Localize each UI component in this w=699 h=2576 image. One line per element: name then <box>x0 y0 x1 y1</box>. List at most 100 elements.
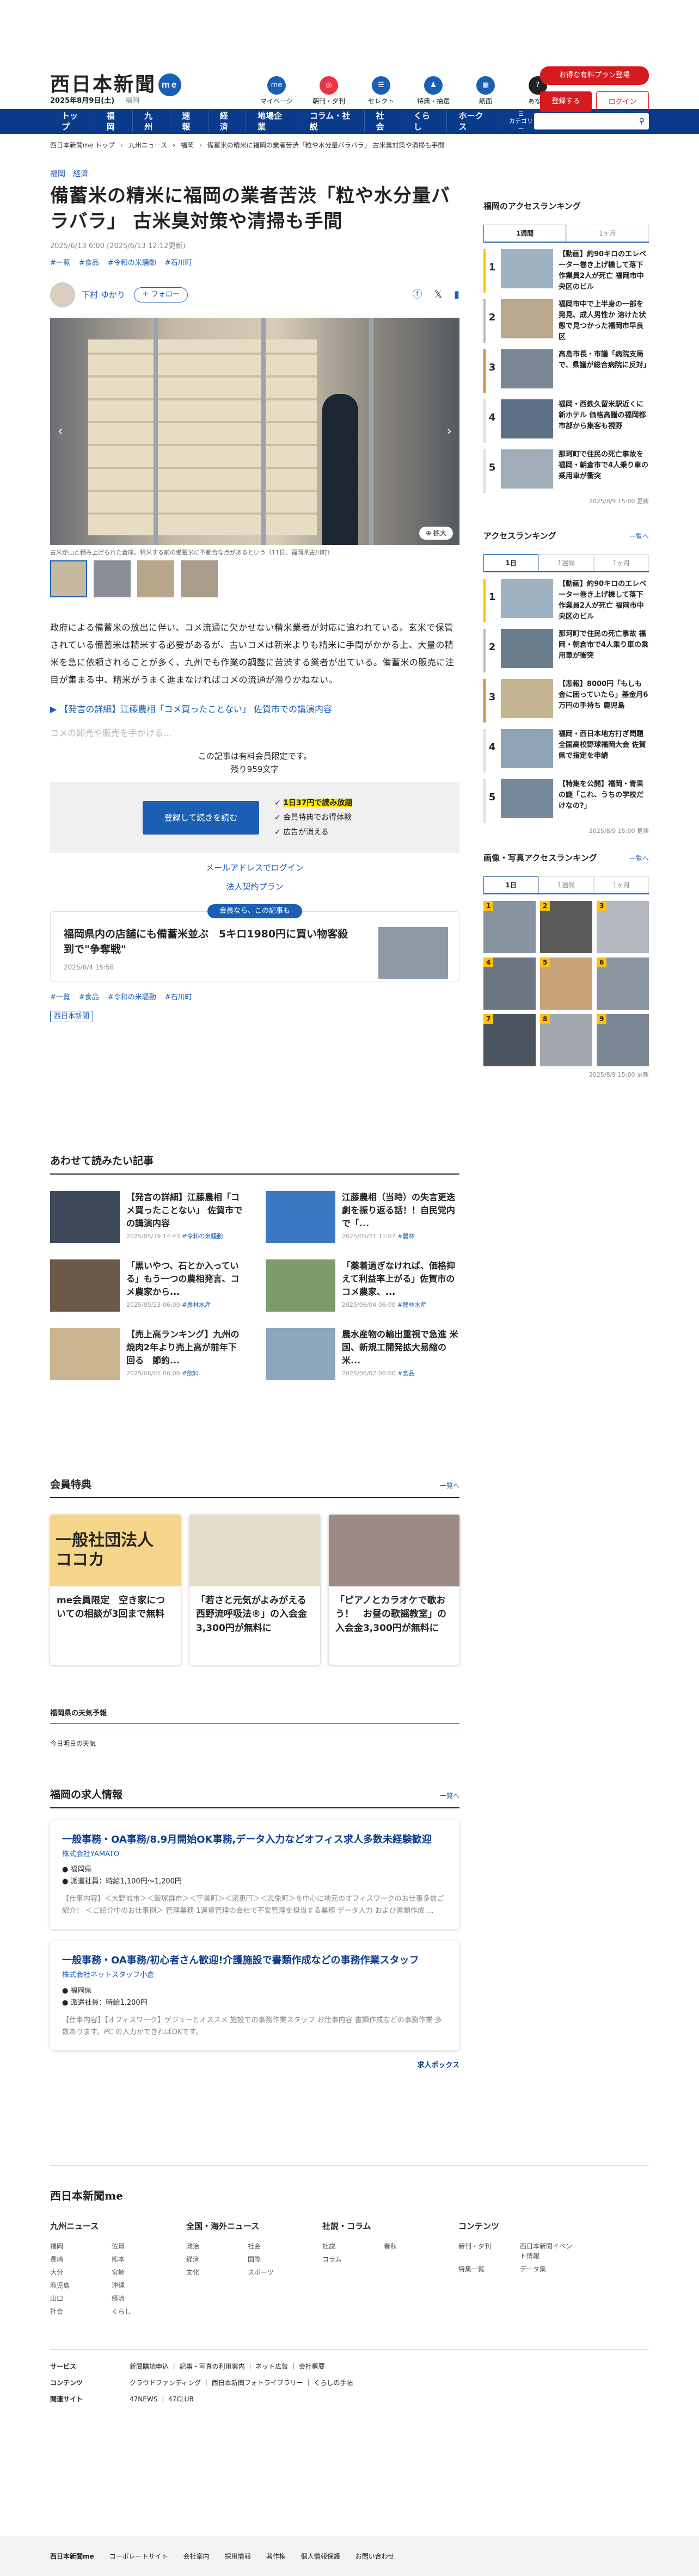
ranking-item[interactable]: 3 高島市長・市議「病院支局で、県議が総合病院に反対」 <box>483 349 650 393</box>
ranking-item[interactable]: 2 福岡市中で上半身の一部を発見、成人男性か 溶けた状態で見つかった福岡市早良区 <box>483 299 649 343</box>
photo-rank-item[interactable]: 9 <box>597 1014 649 1066</box>
tag-link[interactable]: #食品 <box>79 992 99 1003</box>
ranking-item[interactable]: 1 【動画】約90キロのエレベーター巻き上げ機して落下 作業員2人が死亡 福岡市中… <box>483 578 649 622</box>
footer-link[interactable]: 社説 <box>322 2241 381 2251</box>
tab-week[interactable]: 1週間 <box>538 876 594 893</box>
photo-rank-item[interactable]: 5 <box>540 957 592 1010</box>
plan-button[interactable]: お得な有料プラン登場 <box>540 66 649 85</box>
next-arrow-icon[interactable]: › <box>446 421 452 441</box>
breadcrumb-item[interactable]: 福岡 <box>181 140 194 162</box>
paper-icon[interactable]: ▦ 紙面 <box>465 76 506 106</box>
tab-day[interactable]: 1日 <box>483 876 539 893</box>
footer-link[interactable]: 西日本新聞イベント情報 <box>520 2241 578 2261</box>
photo-rank-item[interactable]: 2 <box>540 900 592 953</box>
related-article[interactable]: 【売上高ランキング】九州の焼肉2年より売上高が前年下回る 節約... 2025/0… <box>50 1327 244 1380</box>
footer-link[interactable]: 福岡 <box>50 2241 108 2251</box>
x-share-icon[interactable]: 𝕏 <box>434 287 443 302</box>
email-login-link[interactable]: メールアドレスでログイン <box>206 863 304 873</box>
nav-item-hawks[interactable]: ホークス <box>447 110 499 132</box>
footer-link[interactable]: お問い合わせ <box>355 2552 395 2561</box>
jobs-sponsor[interactable]: 求人ボックス <box>50 2060 459 2071</box>
footer-link[interactable]: コラム <box>322 2254 381 2264</box>
ranking-item[interactable]: 2 那珂町で住民の死亡事故 福岡・朝倉市で4人乗り車の乗用車が衝突 <box>483 628 649 672</box>
related-article[interactable]: 「黒いやつ、石とか入っている」もう一つの農相発言、コメ農家から... 2025/0… <box>50 1259 244 1312</box>
facebook-share-icon[interactable]: ⓕ <box>413 287 422 302</box>
tab-day[interactable]: 1日 <box>483 554 539 571</box>
footer-link[interactable]: 春秋 <box>384 2241 442 2251</box>
footer-link[interactable]: くらし <box>112 2307 170 2316</box>
tag-link[interactable]: #令和の米騒動 <box>108 992 156 1003</box>
breadcrumb-item[interactable]: 西日本新聞me トップ <box>50 140 115 162</box>
photo-more-link[interactable]: 一覧へ <box>629 854 649 863</box>
photo-rank-item[interactable]: 4 <box>483 957 536 1010</box>
ranking-item[interactable]: 3 【悲報】8000円「もしも金に困っていたら」基金月6万円の手持ち 鹿児島 <box>483 678 649 722</box>
author-avatar[interactable] <box>50 282 75 307</box>
photo-thumbnail[interactable] <box>137 560 174 598</box>
footer-link[interactable]: 社会 <box>50 2307 108 2316</box>
ranking-item[interactable]: 5 那珂町で住民の死亡事故を福岡・朝倉市で4人乗り車の乗用車が衝突 <box>483 449 649 493</box>
article-categories[interactable]: 福岡 経済 <box>50 169 459 180</box>
footer-link[interactable]: 採用情報 <box>225 2552 251 2561</box>
ranking-item[interactable]: 4 福岡・西日本地方打ぎ問題 全国高校野球福岡大会 佐賀県で指定を申請 <box>483 728 649 773</box>
footer-content[interactable]: クラウドファンディング ｜ 西日本新聞フォトライブラリー ｜ くらしの手帖 <box>130 2379 353 2387</box>
footer-link[interactable]: 国際 <box>248 2254 306 2264</box>
photo-thumbnail[interactable] <box>50 560 87 598</box>
footer-link[interactable]: 宮崎 <box>112 2268 170 2277</box>
tag-link[interactable]: #石川町 <box>165 992 192 1003</box>
tag-link[interactable]: #食品 <box>79 258 99 269</box>
photo-rank-item[interactable]: 6 <box>597 957 649 1010</box>
perk-card[interactable]: 「若さと元気がよみがえる西野流呼吸法®」の入会金3,300円が無料に <box>189 1514 320 1665</box>
member-article-title[interactable]: 福岡県内の店舗にも備蓄米並ぶ 5キロ1980円に買い物客殺到で"争奪戦" <box>64 927 358 957</box>
member-article-image[interactable] <box>378 927 448 980</box>
follow-button[interactable]: ＋ フォロー <box>133 287 188 302</box>
perk-card[interactable]: 一般社団法人 ココカ me会員限定 空き家についての相談が3回まで無料 <box>50 1514 181 1665</box>
footer-link[interactable]: 長崎 <box>50 2254 108 2264</box>
photo-rank-item[interactable]: 7 <box>483 1014 536 1066</box>
footer-related[interactable]: 47NEWS ｜ 47CLUB <box>130 2395 194 2403</box>
breadcrumb-item[interactable]: 九州ニュース <box>128 140 167 162</box>
photo-thumbnail[interactable] <box>94 560 131 598</box>
ranking-item[interactable]: 1 【動画】約90キロのエレベーター巻き上げ機して落下 作業員2人が死亡 福岡市中… <box>483 249 649 293</box>
corporate-plan-link[interactable]: 法人契約プラン <box>226 882 283 892</box>
prev-arrow-icon[interactable]: ‹ <box>58 421 63 441</box>
footer-link[interactable]: 社会 <box>248 2241 306 2251</box>
footer-link[interactable]: 会社案内 <box>183 2552 210 2561</box>
perks-more-link[interactable]: 一覧へ <box>440 1481 459 1491</box>
photo-rank-item[interactable]: 3 <box>597 900 649 953</box>
nav-item-breaking[interactable]: 速報 <box>170 110 209 132</box>
footer-link[interactable]: 経済 <box>186 2254 244 2264</box>
author-name[interactable]: 下村 ゆかり <box>82 289 125 301</box>
subscribe-button[interactable]: 登録して続きを読む <box>143 801 259 835</box>
article-photo[interactable]: ‹ › ⊕ 拡大 <box>50 317 459 545</box>
footer-services[interactable]: 新聞購読申込 ｜ 記事・写真の利用案内 ｜ ネット広告 ｜ 会社概要 <box>130 2363 325 2370</box>
nav-item-fukuoka[interactable]: 福岡 <box>95 110 133 132</box>
nav-item-kyushu[interactable]: 九州 <box>133 110 171 132</box>
tab-week[interactable]: 1週間 <box>538 554 594 571</box>
footer-link[interactable]: 熊本 <box>112 2254 170 2264</box>
tag-link[interactable]: #一覧 <box>50 992 70 1003</box>
related-article[interactable]: 江藤農相（当時）の失言更迭劇を振り返る話！！自民党内で「... 2025/05/2… <box>266 1190 459 1243</box>
tab-month[interactable]: 1ヶ月 <box>593 876 649 893</box>
nav-item-top[interactable]: トップ <box>50 110 95 132</box>
footer-link[interactable]: 経済 <box>112 2294 170 2303</box>
footer-link[interactable]: 佐賀 <box>112 2241 170 2251</box>
site-logo[interactable]: 西日本新聞 me <box>50 70 182 99</box>
nav-item-society[interactable]: 社会 <box>365 110 402 132</box>
perk-card[interactable]: 「ピアノとカラオケで歌おう！ お昼の歌謡教室」の入会金3,300円が無料に <box>329 1514 459 1665</box>
job-card[interactable]: 一般事務・OA事務/初心者さん歓迎!介護施設で書類作成などの事務作業スタッフ 株式… <box>50 1941 459 2050</box>
footer-link[interactable]: 個人情報保護 <box>301 2552 340 2561</box>
related-link[interactable]: ▶ 【発言の詳細】江藤農相「コメ買ったことない」 佐賀市での講演内容 <box>50 703 459 716</box>
photo-rank-item[interactable]: 1 <box>483 900 536 953</box>
footer-link[interactable]: 著作権 <box>266 2552 286 2561</box>
search-input[interactable]: ⚲ <box>534 113 649 129</box>
footer-link[interactable]: 鹿児島 <box>50 2281 108 2290</box>
nav-item-local-business[interactable]: 地場企業 <box>246 110 298 132</box>
zoom-button[interactable]: ⊕ 拡大 <box>419 526 453 540</box>
related-article[interactable]: 農水産物の輸出重視で急進 米国、新規工開発拡大易縮の米... 2025/06/02… <box>266 1327 459 1380</box>
footer-link[interactable]: 沖縄 <box>112 2281 170 2290</box>
footer-link[interactable]: データ集 <box>520 2264 578 2274</box>
nav-item-column[interactable]: コラム・社説 <box>298 110 365 132</box>
tab-week[interactable]: 1週間 <box>483 224 566 242</box>
footer-link[interactable]: スポーツ <box>248 2268 306 2277</box>
tab-month[interactable]: 1ヶ月 <box>593 554 649 571</box>
